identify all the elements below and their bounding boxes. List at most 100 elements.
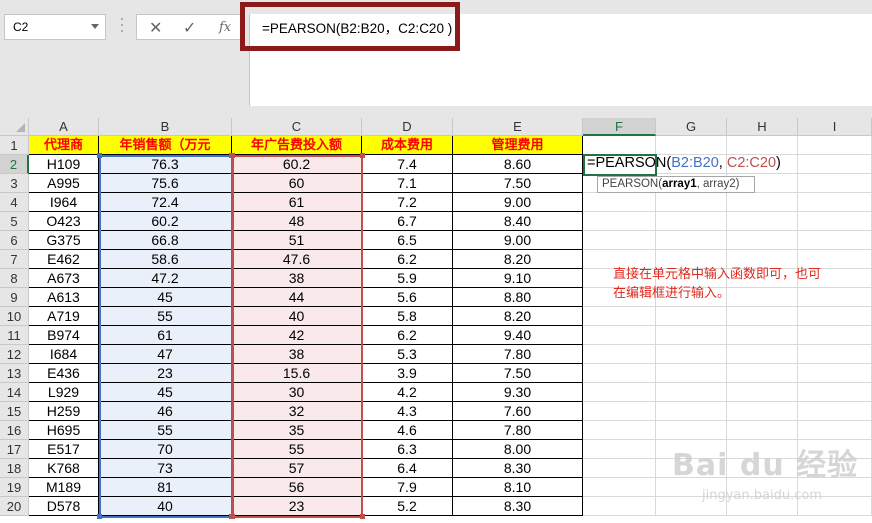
insert-function-icon[interactable]: fx (219, 20, 231, 35)
table-cell[interactable]: 61 (99, 326, 232, 345)
table-cell[interactable]: 60 (232, 174, 362, 193)
empty-cell[interactable] (583, 497, 656, 516)
table-cell[interactable]: 8.10 (453, 478, 583, 497)
table-cell[interactable]: 8.20 (453, 307, 583, 326)
table-cell[interactable]: 9.00 (453, 193, 583, 212)
column-header-a[interactable]: A (29, 118, 99, 136)
table-cell[interactable]: 45 (99, 288, 232, 307)
name-box[interactable]: C2 (4, 14, 106, 40)
column-header-c[interactable]: C (232, 118, 362, 136)
table-cell[interactable]: 35 (232, 421, 362, 440)
table-cell[interactable]: 7.60 (453, 402, 583, 421)
table-cell[interactable]: 73 (99, 459, 232, 478)
empty-cell[interactable] (583, 326, 656, 345)
empty-cell[interactable] (583, 459, 656, 478)
row-header-9[interactable]: 9 (0, 288, 29, 307)
empty-cell[interactable] (583, 402, 656, 421)
table-cell[interactable]: 15.6 (232, 364, 362, 383)
empty-cell[interactable] (583, 307, 656, 326)
table-cell[interactable]: 5.2 (362, 497, 453, 516)
table-cell[interactable]: 70 (99, 440, 232, 459)
row-header-7[interactable]: 7 (0, 250, 29, 269)
empty-cell[interactable] (798, 421, 872, 440)
column-header-i[interactable]: I (798, 118, 872, 136)
table-cell[interactable]: 61 (232, 193, 362, 212)
empty-cell[interactable] (798, 383, 872, 402)
table-cell[interactable]: 38 (232, 345, 362, 364)
header-cell[interactable]: 年广告费投入额 (232, 136, 362, 155)
empty-cell[interactable] (727, 402, 798, 421)
header-cell[interactable]: 代理商 (29, 136, 99, 155)
table-cell[interactable]: 8.40 (453, 212, 583, 231)
empty-cell[interactable] (583, 440, 656, 459)
empty-cell[interactable] (583, 421, 656, 440)
row-header-11[interactable]: 11 (0, 326, 29, 345)
table-cell[interactable]: 40 (99, 497, 232, 516)
table-cell[interactable]: A673 (29, 269, 99, 288)
cancel-icon[interactable]: ✕ (149, 18, 162, 37)
table-cell[interactable]: 76.3 (99, 155, 232, 174)
empty-cell[interactable] (798, 155, 872, 174)
table-cell[interactable]: 9.40 (453, 326, 583, 345)
table-cell[interactable]: 9.30 (453, 383, 583, 402)
table-cell[interactable]: 6.5 (362, 231, 453, 250)
table-cell[interactable]: 47 (99, 345, 232, 364)
table-cell[interactable]: I684 (29, 345, 99, 364)
row-header-16[interactable]: 16 (0, 421, 29, 440)
row-header-13[interactable]: 13 (0, 364, 29, 383)
empty-cell[interactable] (583, 364, 656, 383)
table-cell[interactable]: 60.2 (232, 155, 362, 174)
row-header-5[interactable]: 5 (0, 212, 29, 231)
table-cell[interactable]: 47.2 (99, 269, 232, 288)
header-cell[interactable]: 成本费用 (362, 136, 453, 155)
table-cell[interactable]: 60.2 (99, 212, 232, 231)
row-header-15[interactable]: 15 (0, 402, 29, 421)
row-header-14[interactable]: 14 (0, 383, 29, 402)
empty-cell[interactable] (656, 193, 727, 212)
empty-cell[interactable] (656, 383, 727, 402)
row-header-19[interactable]: 19 (0, 478, 29, 497)
row-header-18[interactable]: 18 (0, 459, 29, 478)
row-header-12[interactable]: 12 (0, 345, 29, 364)
enter-check-icon[interactable]: ✓ (183, 18, 196, 37)
empty-cell[interactable] (583, 231, 656, 250)
table-cell[interactable]: 5.8 (362, 307, 453, 326)
table-cell[interactable]: 5.6 (362, 288, 453, 307)
table-cell[interactable]: 4.6 (362, 421, 453, 440)
table-cell[interactable]: E462 (29, 250, 99, 269)
table-cell[interactable]: 9.00 (453, 231, 583, 250)
empty-cell[interactable] (656, 345, 727, 364)
table-cell[interactable]: H109 (29, 155, 99, 174)
table-cell[interactable]: 8.20 (453, 250, 583, 269)
table-cell[interactable]: A719 (29, 307, 99, 326)
empty-cell[interactable] (798, 174, 872, 193)
range-handle[interactable] (97, 153, 102, 158)
table-cell[interactable]: 51 (232, 231, 362, 250)
table-cell[interactable]: 57 (232, 459, 362, 478)
table-cell[interactable]: 75.6 (99, 174, 232, 193)
range-handle[interactable] (360, 514, 365, 519)
table-cell[interactable]: 58.6 (99, 250, 232, 269)
empty-cell[interactable] (727, 212, 798, 231)
table-cell[interactable]: B974 (29, 326, 99, 345)
drag-handle[interactable] (118, 18, 126, 38)
row-header-1[interactable]: 1 (0, 136, 29, 155)
table-cell[interactable]: 7.50 (453, 364, 583, 383)
empty-cell[interactable] (798, 212, 872, 231)
row-header-3[interactable]: 3 (0, 174, 29, 193)
column-header-f[interactable]: F (583, 118, 656, 136)
row-header-17[interactable]: 17 (0, 440, 29, 459)
row-header-8[interactable]: 8 (0, 269, 29, 288)
table-cell[interactable]: 7.4 (362, 155, 453, 174)
empty-cell[interactable] (656, 326, 727, 345)
empty-cell[interactable] (656, 212, 727, 231)
table-cell[interactable]: 56 (232, 478, 362, 497)
row-header-20[interactable]: 20 (0, 497, 29, 516)
table-cell[interactable]: 7.1 (362, 174, 453, 193)
row-header-2[interactable]: 2 (0, 155, 29, 174)
table-cell[interactable]: 55 (99, 307, 232, 326)
table-cell[interactable]: 8.60 (453, 155, 583, 174)
table-cell[interactable]: 23 (99, 364, 232, 383)
table-cell[interactable]: 6.3 (362, 440, 453, 459)
table-cell[interactable]: H259 (29, 402, 99, 421)
